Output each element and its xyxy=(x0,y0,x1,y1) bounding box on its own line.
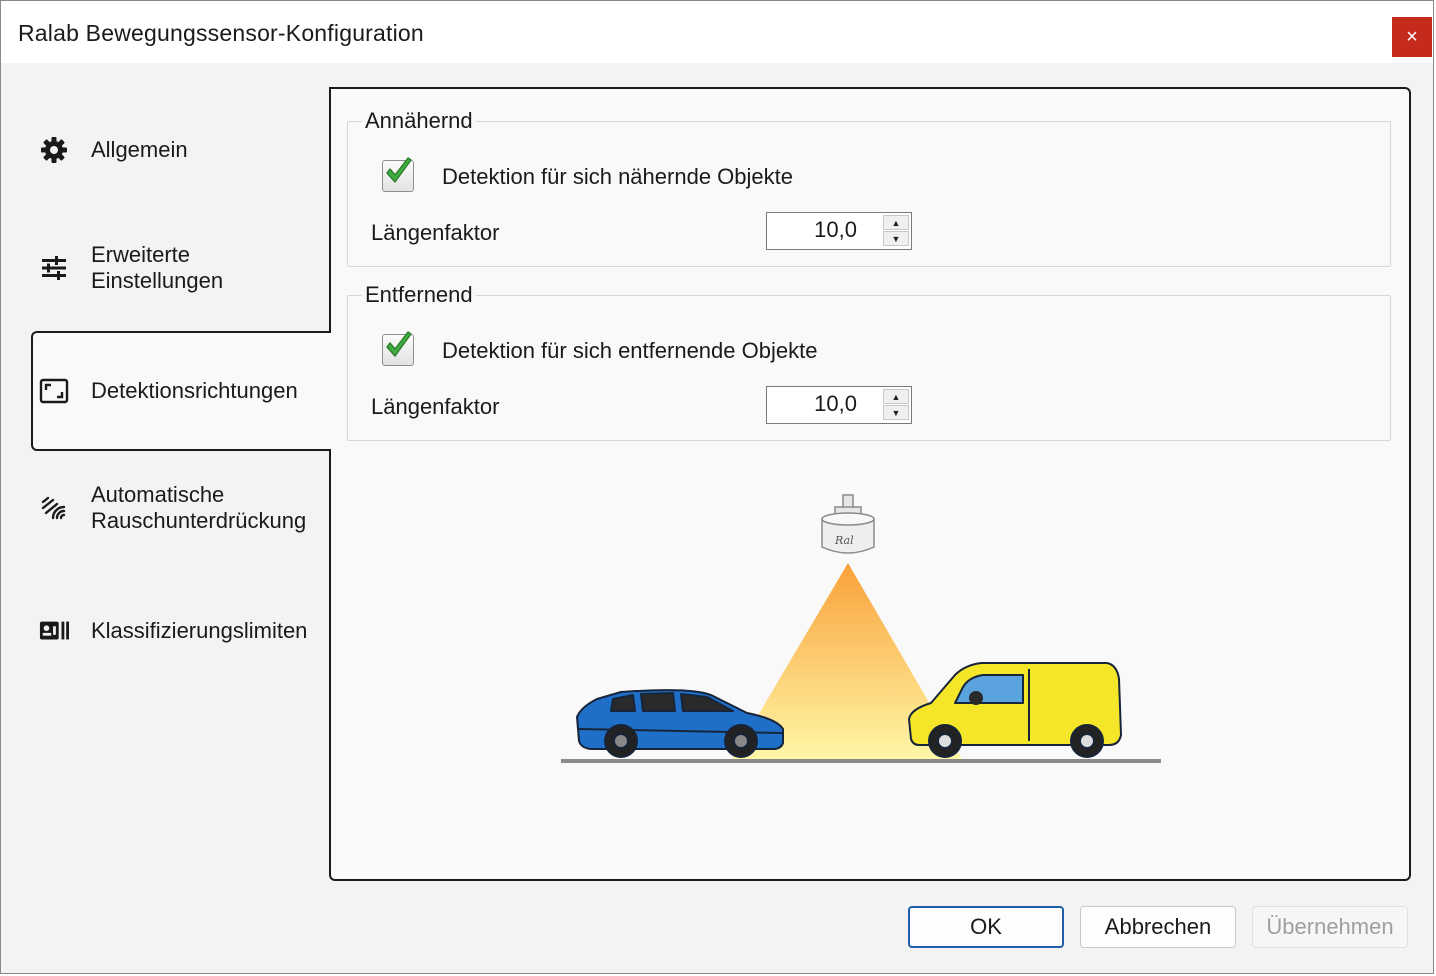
receding-checkbox-label[interactable]: Detektion für sich entfernende Objekte xyxy=(442,338,817,364)
tab-label: Erweiterte Einstellungen xyxy=(91,242,224,293)
approaching-factor-label: Längenfaktor xyxy=(371,220,500,245)
increment-button[interactable]: ▲ xyxy=(883,389,909,404)
tab-label: Klassifizierungslimiten xyxy=(91,618,308,643)
tab-label: Automatische Rauschunterdrückung xyxy=(91,482,307,533)
approaching-checkbox-label[interactable]: Detektion für sich nähernde Objekte xyxy=(442,164,793,190)
blue-car xyxy=(576,689,784,758)
tab-label: Detektionsrichtungen xyxy=(91,378,298,403)
noise-icon xyxy=(39,493,69,523)
tab-allgemein[interactable]: Allgemein xyxy=(31,119,329,181)
decrement-button[interactable]: ▼ xyxy=(883,231,909,246)
id-card-icon xyxy=(39,616,69,646)
yellow-van xyxy=(908,662,1122,758)
tab-automatische-rauschunterdrueckung[interactable]: Automatische Rauschunterdrückung xyxy=(31,475,329,541)
approaching-factor-stepper[interactable]: 10,0 ▲ ▼ xyxy=(766,212,912,250)
increment-button[interactable]: ▲ xyxy=(883,215,909,230)
ok-button[interactable]: OK xyxy=(908,906,1064,948)
road-line xyxy=(561,759,1161,763)
receding-group: Entfernend Detektion für sich entfernend… xyxy=(347,282,1391,441)
receding-factor-label: Längenfaktor xyxy=(371,394,500,419)
approaching-group: Annähernd Detektion für sich nähernde Ob… xyxy=(347,108,1391,267)
checkmark-icon xyxy=(386,331,412,357)
tab-erweiterte-einstellungen[interactable]: Erweiterte Einstellungen xyxy=(31,235,329,301)
tab-detektionsrichtungen[interactable]: Detektionsrichtungen xyxy=(31,331,331,451)
receding-factor-value[interactable]: 10,0 xyxy=(767,387,881,423)
sensor-device: Ral xyxy=(821,494,875,554)
detection-illustration: Ral xyxy=(561,494,1161,763)
approaching-checkbox[interactable] xyxy=(382,157,414,192)
title-bar: Ralab Bewegungssensor-Konfiguration × xyxy=(1,1,1433,63)
cancel-button[interactable]: Abbrechen xyxy=(1080,906,1236,948)
approaching-factor-value[interactable]: 10,0 xyxy=(767,213,881,249)
frame-icon xyxy=(39,376,69,406)
gear-icon xyxy=(39,135,69,165)
receding-checkbox[interactable] xyxy=(382,331,414,366)
apply-button[interactable]: Übernehmen xyxy=(1252,906,1408,948)
checkmark-icon xyxy=(386,157,412,183)
dialog-window: Ralab Bewegungssensor-Konfiguration × Al… xyxy=(0,0,1434,974)
decrement-button[interactable]: ▼ xyxy=(883,405,909,420)
sensor-logo: Ral xyxy=(834,534,854,547)
tab-content-panel: Annähernd Detektion für sich nähernde Ob… xyxy=(329,87,1411,881)
group-legend: Annähernd xyxy=(362,108,476,134)
receding-factor-stepper[interactable]: 10,0 ▲ ▼ xyxy=(766,386,912,424)
close-button[interactable]: × xyxy=(1392,17,1432,57)
window-title: Ralab Bewegungssensor-Konfiguration xyxy=(18,20,424,46)
sliders-icon xyxy=(39,253,69,283)
group-legend: Entfernend xyxy=(362,282,476,308)
tab-label: Allgemein xyxy=(91,137,188,162)
tab-klassifizierungslimiten[interactable]: Klassifizierungslimiten xyxy=(31,601,329,661)
